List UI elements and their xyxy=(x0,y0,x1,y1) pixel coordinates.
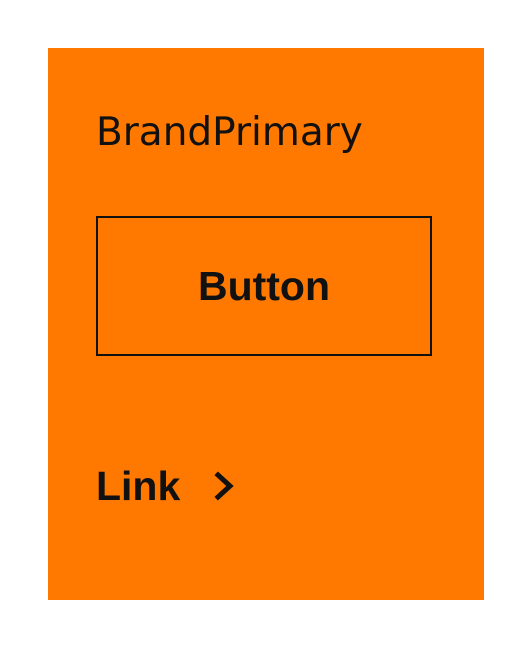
brand-primary-card: BrandPrimary Button Link xyxy=(48,48,484,600)
link[interactable]: Link xyxy=(96,458,236,514)
primary-button[interactable]: Button xyxy=(96,216,432,356)
button-label: Button xyxy=(197,262,331,309)
chevron-right-icon xyxy=(212,471,236,501)
card-title: BrandPrimary xyxy=(96,110,363,155)
link-label: Link xyxy=(96,462,181,509)
